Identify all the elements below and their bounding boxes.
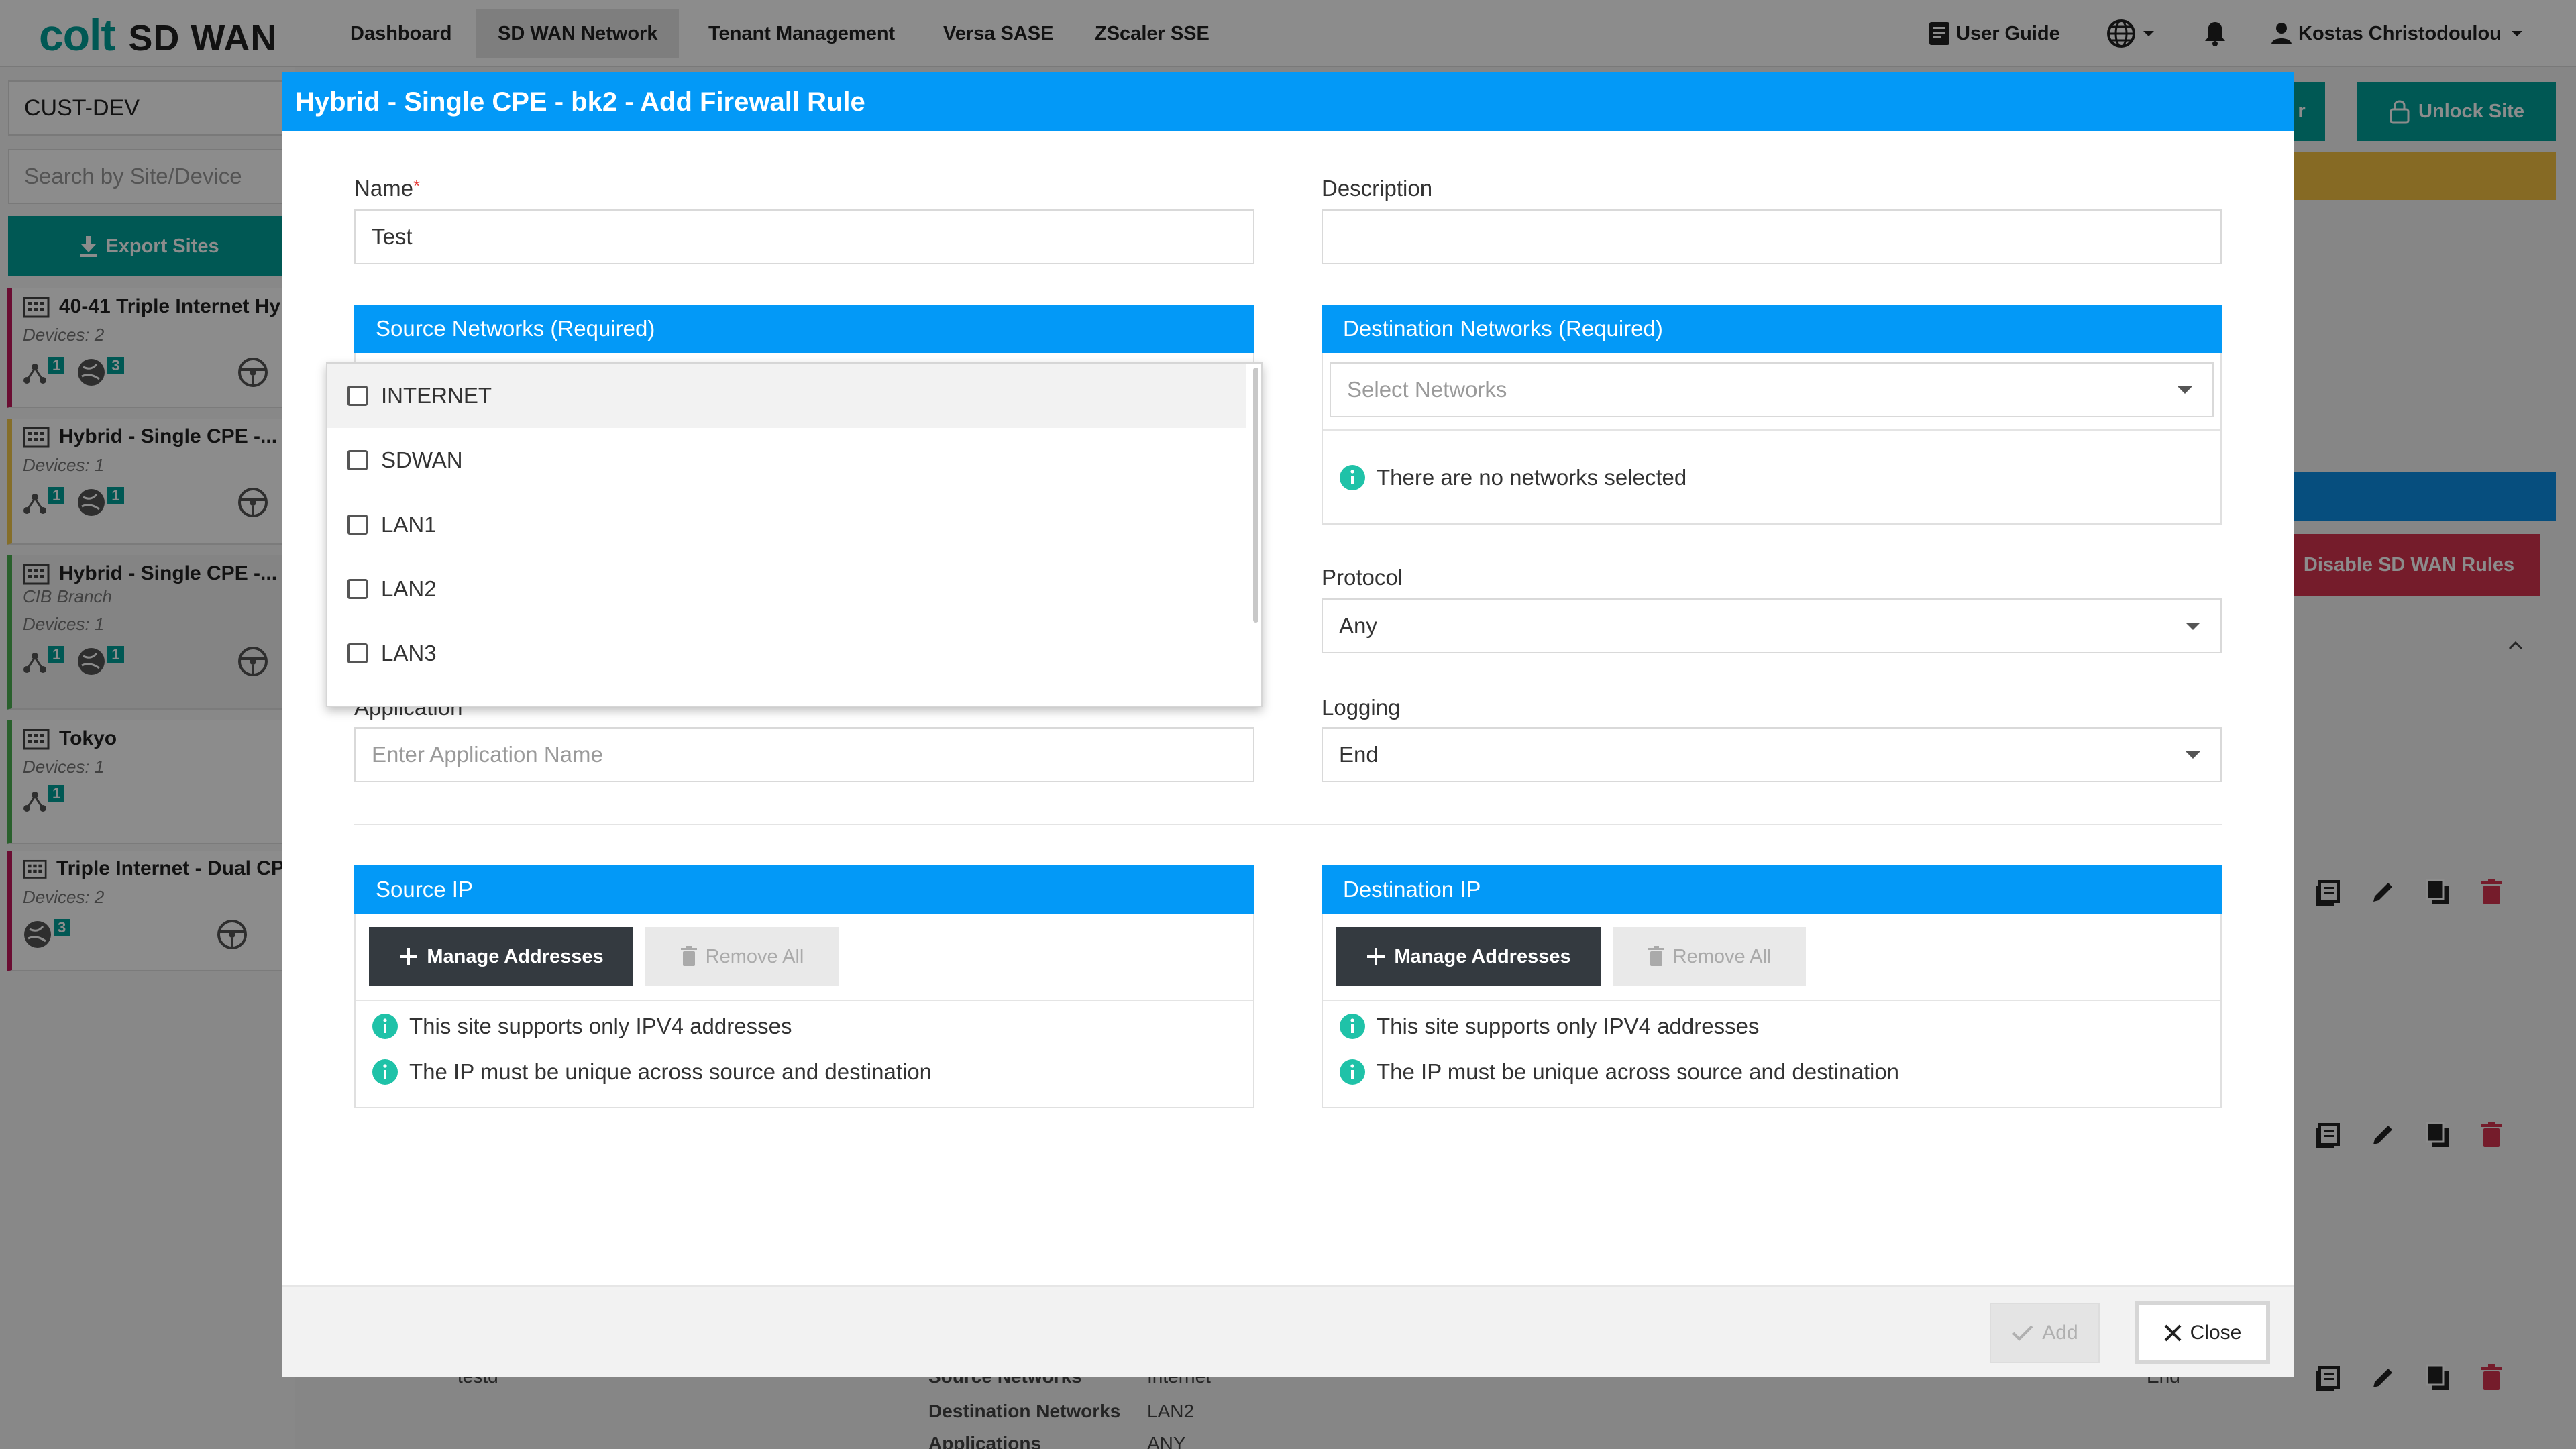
info-icon <box>372 1014 398 1039</box>
destination-ip-title: Destination IP <box>1322 865 2222 914</box>
trash-icon <box>680 946 697 966</box>
modal-title: Hybrid - Single CPE - bk2 - Add Firewall… <box>282 72 2294 131</box>
source-ip-title: Source IP <box>354 865 1254 914</box>
section-divider <box>354 824 2222 825</box>
source-remove-all-button[interactable]: Remove All <box>645 927 839 986</box>
ipv4-only-message: This site supports only IPV4 addresses <box>372 1013 792 1040</box>
required-marker: * <box>413 176 421 196</box>
ipv4-only-message: This site supports only IPV4 addresses <box>1339 1013 1759 1040</box>
logging-value: End <box>1339 742 1379 767</box>
option-lan2[interactable]: LAN2 <box>327 557 1246 621</box>
unique-ip-message: The IP must be unique across source and … <box>372 1059 932 1085</box>
protocol-select[interactable]: Any <box>1322 598 2222 653</box>
checkbox[interactable] <box>347 579 368 599</box>
close-button[interactable]: Close <box>2135 1301 2270 1364</box>
plus-icon <box>400 948 418 965</box>
caret-down-icon <box>2178 386 2192 394</box>
protocol-value: Any <box>1339 613 1377 638</box>
panel-divider <box>1323 429 2220 431</box>
source-networks-title: Source Networks (Required) <box>354 305 1254 353</box>
panel-divider <box>356 1000 1253 1001</box>
dropdown-scrollbar[interactable] <box>1253 368 1258 623</box>
select-networks-placeholder: Select Networks <box>1347 377 1507 402</box>
application-input[interactable]: Enter Application Name <box>354 727 1254 782</box>
destination-networks-title: Destination Networks (Required) <box>1322 305 2222 353</box>
add-button[interactable]: Add <box>1990 1303 2100 1363</box>
description-label: Description <box>1322 176 1433 201</box>
checkbox[interactable] <box>347 386 368 406</box>
check-icon <box>2012 1325 2033 1341</box>
info-icon <box>1340 1059 1365 1085</box>
info-icon <box>1340 465 1365 490</box>
option-lan3[interactable]: LAN3 <box>327 621 1246 686</box>
add-firewall-rule-modal: Hybrid - Single CPE - bk2 - Add Firewall… <box>282 72 2294 1377</box>
source-manage-addresses-button[interactable]: Manage Addresses <box>369 927 633 986</box>
plus-icon <box>1367 948 1385 965</box>
caret-down-icon <box>2186 623 2200 630</box>
checkbox[interactable] <box>347 515 368 535</box>
description-input[interactable] <box>1322 209 2222 264</box>
destination-manage-addresses-button[interactable]: Manage Addresses <box>1336 927 1601 986</box>
info-icon <box>1340 1014 1365 1039</box>
unique-ip-message: The IP must be unique across source and … <box>1339 1059 1899 1085</box>
checkbox[interactable] <box>347 643 368 663</box>
checkbox[interactable] <box>347 450 368 470</box>
trash-icon <box>1648 946 1664 966</box>
info-icon <box>372 1059 398 1085</box>
option-sdwan[interactable]: SDWAN <box>327 428 1246 492</box>
destination-ip-panel: Destination IP Manage Addresses Remove A… <box>1322 865 2222 1108</box>
logging-label: Logging <box>1322 695 1401 720</box>
option-lan1[interactable]: LAN1 <box>327 492 1246 557</box>
option-internet[interactable]: INTERNET <box>327 364 1246 428</box>
name-label: Name* <box>354 176 421 201</box>
close-icon <box>2164 1324 2182 1342</box>
select-networks-dropdown[interactable]: Select Networks <box>1330 362 2214 417</box>
source-ip-panel: Source IP Manage Addresses Remove All Th… <box>354 865 1254 1108</box>
destination-remove-all-button[interactable]: Remove All <box>1613 927 1806 986</box>
source-networks-option-list: INTERNET SDWAN LAN1 LAN2 LAN3 <box>326 362 1263 707</box>
caret-down-icon <box>2186 751 2200 759</box>
destination-networks-panel: Destination Networks (Required) Select N… <box>1322 305 2222 525</box>
no-networks-message: There are no networks selected <box>1339 464 1686 491</box>
panel-divider <box>1323 1000 2220 1001</box>
name-input[interactable]: Test <box>354 209 1254 264</box>
logging-select[interactable]: End <box>1322 727 2222 782</box>
protocol-label: Protocol <box>1322 565 1403 590</box>
